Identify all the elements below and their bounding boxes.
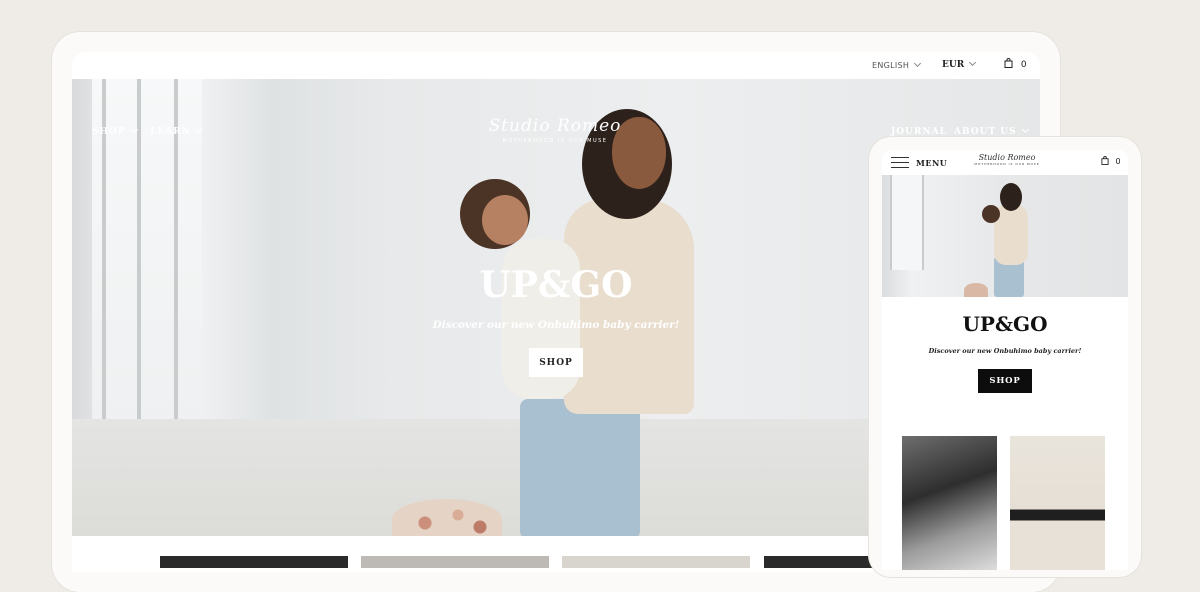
hero-title: UP&GO — [479, 264, 633, 306]
logo-script: Studio Romeo — [488, 116, 622, 136]
menu-label[interactable]: MENU — [916, 158, 947, 168]
language-selector[interactable]: ENGLISH — [872, 59, 922, 70]
chevron-down-icon — [914, 59, 922, 68]
mobile-cart-count: 0 — [1115, 157, 1121, 166]
mobile-shop-button[interactable]: SHOP — [978, 369, 1032, 393]
product-thumbnail[interactable] — [361, 556, 549, 568]
mobile-product-image[interactable] — [902, 436, 997, 570]
product-thumbnail[interactable] — [764, 556, 874, 568]
mobile-hero-subtitle: Discover our new Onbuhimo baby carrier! — [928, 347, 1082, 355]
hero-shop-button[interactable]: SHOP — [529, 348, 583, 377]
product-thumbnail[interactable] — [562, 556, 750, 568]
mobile-logo[interactable]: Studio Romeo MOTHERHOOD IS OUR MUSE — [962, 153, 1052, 166]
flower-vase — [392, 499, 502, 536]
mobile-hero-title: UP&GO — [962, 312, 1048, 336]
hero-photo-jeans — [520, 399, 640, 536]
chevron-down-icon — [1021, 125, 1029, 134]
currency-label: EUR — [942, 60, 965, 70]
language-label: ENGLISH — [872, 61, 910, 70]
nav-journal-label: JOURNAL — [891, 127, 947, 137]
currency-selector[interactable]: EUR — [942, 58, 977, 70]
mobile-screen: MENU Studio Romeo MOTHERHOOD IS OUR MUSE… — [882, 150, 1128, 570]
hero-photo-sweater — [564, 199, 694, 414]
chevron-down-icon — [195, 125, 203, 134]
cart-count: 0 — [1020, 60, 1027, 70]
hero-photo-baby-face — [482, 195, 528, 245]
nav-shop-label: SHOP — [92, 127, 126, 137]
chevron-down-icon — [969, 58, 977, 67]
nav-journal[interactable]: JOURNAL — [891, 127, 947, 137]
product-thumbnail[interactable] — [160, 556, 348, 568]
hamburger-icon[interactable] — [891, 157, 909, 169]
mobile-product-image[interactable] — [1010, 436, 1105, 570]
cart-button[interactable]: 0 — [1004, 58, 1027, 70]
bag-icon — [1101, 156, 1109, 165]
nav-about-label: ABOUT US — [954, 127, 1017, 137]
bag-icon — [1004, 58, 1013, 68]
site-logo[interactable]: Studio Romeo MOTHERHOOD IS OUR MUSE — [480, 116, 630, 144]
nav-learn-label: LEARN — [150, 127, 191, 137]
mobile-header: MENU Studio Romeo MOTHERHOOD IS OUR MUSE… — [882, 150, 1128, 175]
mobile-cart-button[interactable]: 0 — [1101, 156, 1121, 166]
mobile-hero-image — [882, 175, 1128, 297]
mobile-logo-script: Studio Romeo — [978, 153, 1036, 162]
nav-about[interactable]: ABOUT US — [954, 125, 1029, 137]
utility-bar: ENGLISH EUR 0 — [72, 52, 1040, 79]
chevron-down-icon — [130, 125, 138, 134]
logo-tagline: MOTHERHOOD IS OUR MUSE — [502, 138, 608, 144]
mobile-logo-tagline: MOTHERHOOD IS OUR MUSE — [974, 162, 1040, 166]
hero-subtitle: Discover our new Onbuhimo baby carrier! — [432, 319, 680, 331]
nav-learn[interactable]: LEARN — [150, 125, 203, 137]
nav-shop[interactable]: SHOP — [92, 125, 138, 137]
